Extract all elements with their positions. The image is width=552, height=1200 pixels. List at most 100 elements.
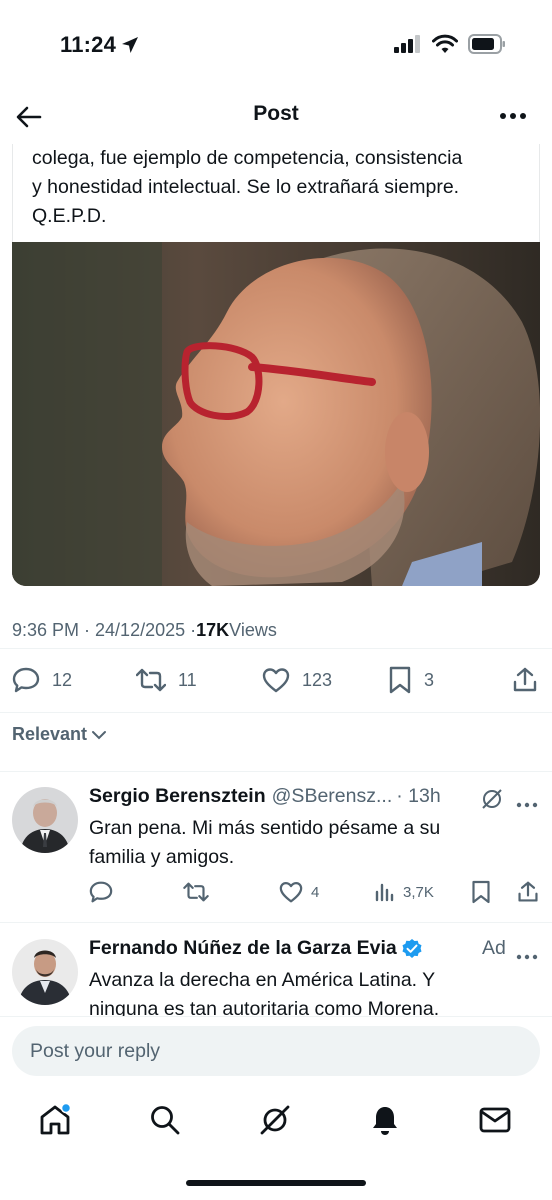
post-actions: 12 11 123 3 — [12, 660, 542, 700]
post-text-line: y honestidad intelectual. Se lo extrañar… — [32, 176, 460, 198]
reply-header: Fernando Núñez de la Garza Evia — [89, 937, 423, 960]
ad-label: Ad — [482, 937, 506, 959]
avatar-photo — [12, 939, 78, 1005]
tab-search[interactable] — [147, 1102, 183, 1138]
reply-actions: 4 3,7K — [89, 877, 541, 907]
reply-text-line: ninguna es tan autoritaria como Morena. — [89, 998, 440, 1017]
like-count: 123 — [302, 669, 333, 690]
reply-author-name[interactable]: Fernando Núñez de la Garza Evia — [89, 937, 397, 960]
views-icon — [375, 883, 394, 902]
divider — [0, 712, 552, 713]
post-header: Post — [0, 90, 552, 144]
like-button[interactable]: 123 — [262, 660, 332, 700]
more-icon — [516, 954, 538, 960]
reply-button[interactable]: 12 — [12, 660, 72, 700]
chevron-down-icon — [92, 730, 107, 739]
tab-home[interactable] — [37, 1102, 73, 1138]
reply-count: 12 — [52, 669, 73, 690]
views-count: 17K — [196, 620, 230, 640]
wifi-icon — [432, 34, 458, 53]
repost-icon — [183, 882, 209, 902]
repost-icon — [136, 668, 166, 692]
bookmark-icon — [472, 880, 490, 904]
reply-text: Gran pena. Mi más sentido pésame a su fa… — [89, 814, 529, 872]
search-icon — [151, 1106, 180, 1135]
views-label: Views — [229, 620, 277, 640]
location-arrow-icon — [122, 37, 139, 53]
reply-composer[interactable] — [12, 1026, 540, 1076]
tab-grok[interactable] — [257, 1102, 293, 1138]
avatar-photo — [12, 787, 78, 853]
reply-author-name[interactable]: Sergio Berensztein — [89, 785, 266, 808]
reply-like-button[interactable]: 4 — [279, 877, 319, 907]
bookmark-icon — [389, 666, 411, 694]
post-image[interactable] — [12, 242, 540, 586]
more-icon — [516, 802, 538, 808]
reply-bookmark-button[interactable] — [471, 877, 491, 907]
post-meta: 9:36 PM · 24/12/2025 · 17K Views — [12, 620, 277, 641]
sort-dropdown[interactable]: Relevant — [12, 724, 107, 745]
repost-count: 11 — [178, 669, 197, 690]
more-icon — [500, 113, 526, 119]
page-title: Post — [253, 102, 299, 125]
reply-text: Avanza la derecha en América Latina. Y n… — [89, 966, 529, 1017]
reply-author-handle[interactable]: @SBerensz... — [272, 785, 393, 808]
more-options-button[interactable] — [498, 104, 528, 128]
repost-button[interactable]: 11 — [136, 660, 197, 700]
reply-text-line: Avanza la derecha en América Latina. Y — [89, 969, 436, 991]
divider — [0, 771, 552, 772]
bookmark-count: 3 — [424, 669, 435, 690]
like-icon — [262, 668, 290, 693]
like-icon — [279, 882, 303, 903]
tab-notifications[interactable] — [367, 1102, 403, 1138]
status-indicators — [394, 34, 506, 54]
share-button[interactable] — [512, 660, 538, 700]
reply-more-button[interactable] — [516, 795, 538, 813]
mail-icon — [479, 1107, 511, 1133]
reply-time: · 13h — [396, 785, 441, 807]
divider — [0, 922, 552, 923]
grok-button[interactable] — [480, 787, 504, 816]
reply-like-count: 4 — [311, 883, 320, 901]
reply-icon — [89, 881, 113, 903]
status-bar: 11:24 — [0, 0, 552, 90]
verified-icon — [402, 938, 422, 958]
sort-label: Relevant — [12, 724, 88, 744]
home-icon — [40, 1103, 72, 1135]
reply-reply-button[interactable] — [89, 877, 113, 907]
cellular-signal-icon — [394, 35, 420, 53]
tab-messages[interactable] — [477, 1102, 513, 1138]
portrait-photo — [12, 242, 540, 586]
post-text-line: colega, fue ejemplo de competencia, cons… — [32, 147, 463, 169]
share-icon — [513, 667, 537, 692]
divider — [0, 648, 552, 649]
grok-icon — [260, 1105, 290, 1135]
ad-reply-item[interactable]: Fernando Núñez de la Garza Evia Ad Avanz… — [0, 937, 552, 1017]
avatar[interactable] — [12, 939, 78, 1005]
bell-icon — [373, 1107, 397, 1135]
reply-input[interactable] — [30, 1026, 510, 1076]
reply-views-count: 3,7K — [403, 883, 434, 901]
divider — [0, 1016, 552, 1017]
reply-icon — [12, 667, 40, 693]
reply-item[interactable]: Sergio Berensztein @SBerensz... · 13h Gr… — [0, 785, 552, 923]
reply-header: Sergio Berensztein @SBerensz... · 13h — [89, 785, 441, 808]
bottom-tab-bar — [0, 1088, 552, 1152]
bookmark-button[interactable]: 3 — [388, 660, 434, 700]
reply-share-button[interactable] — [517, 877, 539, 907]
post-timestamp: 9:36 PM · 24/12/2025 · — [12, 620, 197, 640]
battery-icon — [468, 34, 505, 54]
home-indicator[interactable] — [186, 1180, 366, 1186]
reply-text-line: familia y amigos. — [89, 846, 235, 868]
reply-more-button[interactable] — [516, 947, 538, 965]
post-text: colega, fue ejemplo de competencia, cons… — [32, 144, 532, 231]
status-time-group: 11:24 — [60, 32, 140, 58]
reply-views-button[interactable]: 3,7K — [375, 877, 434, 907]
share-icon — [518, 881, 538, 902]
reply-text-line: Gran pena. Mi más sentido pésame a su — [89, 817, 441, 839]
post-text-line: Q.E.P.D. — [32, 205, 107, 227]
status-time: 11:24 — [60, 32, 117, 57]
grok-icon — [482, 789, 502, 809]
reply-repost-button[interactable] — [183, 877, 209, 907]
avatar[interactable] — [12, 787, 78, 853]
